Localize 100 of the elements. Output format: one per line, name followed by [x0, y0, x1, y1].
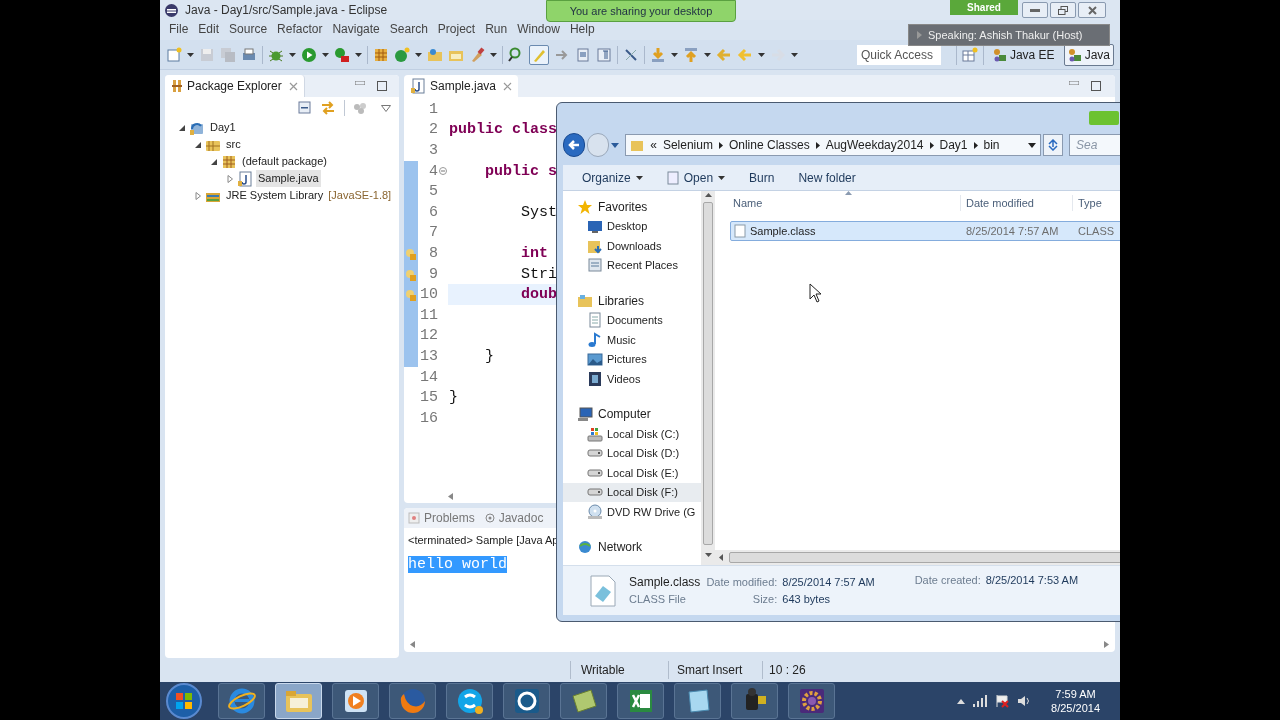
back-button[interactable] [563, 133, 586, 157]
tree-item[interactable]: JRE System Library [224, 187, 326, 204]
breadcrumb[interactable]: Day1 [939, 136, 968, 154]
menu-item[interactable]: Help [564, 20, 600, 38]
breadcrumb-arrow-icon[interactable] [718, 141, 723, 149]
menu-item[interactable]: Source [224, 20, 273, 38]
nav-item[interactable]: Desktop [563, 216, 701, 236]
breadcrumb-arrow-icon[interactable] [815, 141, 820, 149]
nav-item[interactable]: Downloads [563, 236, 701, 256]
collapsed-arrow-icon[interactable] [194, 191, 202, 200]
taskbar-app[interactable] [788, 683, 835, 719]
restore-button[interactable] [1050, 2, 1076, 18]
nav-item[interactable]: Local Disk (D:) [563, 443, 701, 463]
open-folder-icon[interactable] [427, 46, 443, 63]
document-icon[interactable] [575, 46, 591, 63]
speaker-icon[interactable] [1017, 694, 1032, 708]
breadcrumb[interactable]: Selenium [662, 136, 713, 154]
minimize-button[interactable] [1022, 2, 1048, 18]
breadcrumb[interactable]: Online Classes [728, 136, 810, 154]
menu-item[interactable]: Navigate [327, 20, 385, 38]
breadcrumb[interactable]: AugWeekday2014 [825, 136, 924, 154]
collapsed-arrow-icon[interactable] [226, 174, 234, 183]
nav-group[interactable]: Computer [577, 404, 701, 424]
command-button[interactable]: Open [666, 168, 726, 187]
column-header[interactable]: Name [715, 194, 960, 212]
tree-item[interactable]: (default package) [240, 153, 329, 170]
collapse-all-icon[interactable] [298, 101, 312, 115]
previous-annotation-icon[interactable] [683, 46, 699, 63]
package-icon[interactable] [373, 46, 389, 63]
print-icon[interactable] [241, 46, 257, 63]
start-button[interactable] [166, 683, 202, 719]
expanded-arrow-icon[interactable] [178, 123, 186, 132]
expanded-arrow-icon[interactable] [210, 157, 218, 166]
quick-access-field[interactable]: Quick Access [856, 44, 941, 65]
breadcrumb-arrow-icon[interactable] [973, 141, 978, 149]
close-button[interactable] [1078, 2, 1106, 18]
maximize-icon[interactable] [377, 81, 387, 91]
view-menu-icon[interactable] [381, 104, 391, 112]
class-icon[interactable] [394, 46, 410, 63]
command-button[interactable]: Organize [582, 168, 643, 187]
signal-icon[interactable] [973, 695, 988, 707]
nav-item[interactable]: Documents [563, 310, 701, 330]
taskbar-app[interactable] [332, 683, 379, 719]
column-header[interactable]: Type [1072, 194, 1102, 212]
scroll-right-icon[interactable] [1104, 640, 1109, 648]
nav-item[interactable]: Local Disk (C:) [563, 424, 701, 444]
tree-item[interactable]: Day1 [208, 119, 238, 136]
link-arrows-icon[interactable] [320, 100, 336, 116]
fold-icon[interactable] [439, 167, 447, 176]
search-field[interactable]: Sea [1069, 134, 1120, 156]
close-icon[interactable] [288, 81, 298, 91]
run-external-icon[interactable] [334, 46, 350, 63]
highlight-toggle[interactable] [529, 44, 549, 65]
tree-item[interactable]: Sample.java [256, 170, 321, 187]
nav-group[interactable]: Favorites [577, 197, 701, 217]
menu-item[interactable]: Search [384, 20, 433, 38]
menu-item[interactable]: Project [432, 20, 481, 38]
menu-item[interactable]: File [164, 20, 194, 38]
address-overflow[interactable]: « [650, 136, 657, 154]
view-tab[interactable]: Problems [408, 509, 475, 527]
menu-item[interactable]: Edit [193, 20, 225, 38]
tree-item[interactable]: src [224, 136, 243, 153]
minimize-icon[interactable] [1069, 81, 1079, 85]
taskbar-app[interactable] [218, 683, 265, 719]
view-tab[interactable]: Package Explorer [165, 75, 305, 97]
breadcrumb[interactable]: bin [983, 136, 1000, 154]
file-row[interactable]: Sample.class 8/25/2014 7:57 AM CLASS [730, 221, 1120, 241]
command-button[interactable]: Burn [749, 168, 775, 187]
taskbar-app[interactable] [503, 683, 550, 719]
nav-group[interactable]: Network [577, 537, 701, 557]
command-button[interactable]: New folder [798, 168, 856, 187]
expanded-arrow-icon[interactable] [194, 140, 202, 149]
menu-item[interactable]: Run [480, 20, 513, 38]
horizontal-scrollbar[interactable] [715, 550, 1120, 565]
refresh-button[interactable] [1042, 134, 1063, 156]
perspective-button[interactable]: Java EE [988, 43, 1059, 66]
view-tab[interactable]: Javadoc [484, 509, 544, 527]
paragraph-icon[interactable] [596, 46, 612, 63]
taskbar-app[interactable] [560, 683, 607, 719]
taskbar-app[interactable] [731, 683, 778, 719]
nav-item[interactable]: Pictures [563, 349, 701, 369]
show-hidden-icons-icon[interactable] [957, 698, 966, 704]
crossed-pen-icon[interactable] [623, 46, 639, 63]
menu-item[interactable]: Window [512, 20, 565, 38]
address-bar[interactable]: « Selenium Online Classes AugWeekday2014 Day1 bin [625, 134, 1041, 156]
open-perspective-icon[interactable] [961, 46, 978, 63]
taskbar-app[interactable] [674, 683, 721, 719]
clock[interactable]: 7:59 AM 8/25/2014 [1051, 687, 1100, 715]
minimize-icon[interactable] [355, 81, 365, 85]
nav-item[interactable]: Recent Places [563, 255, 701, 275]
taskbar-app[interactable] [446, 683, 493, 719]
column-header[interactable]: Date modified [960, 194, 1072, 212]
nav-scrollbar[interactable] [701, 191, 715, 565]
nav-item[interactable]: DVD RW Drive (G [563, 502, 701, 522]
nav-item[interactable]: Local Disk (F:) [563, 482, 701, 502]
brush-icon[interactable] [469, 46, 485, 63]
new-file-icon[interactable] [166, 46, 182, 63]
scroll-left-icon[interactable] [410, 640, 415, 648]
nav-item[interactable]: Videos [563, 369, 701, 389]
next-annotation-icon[interactable] [650, 46, 666, 63]
